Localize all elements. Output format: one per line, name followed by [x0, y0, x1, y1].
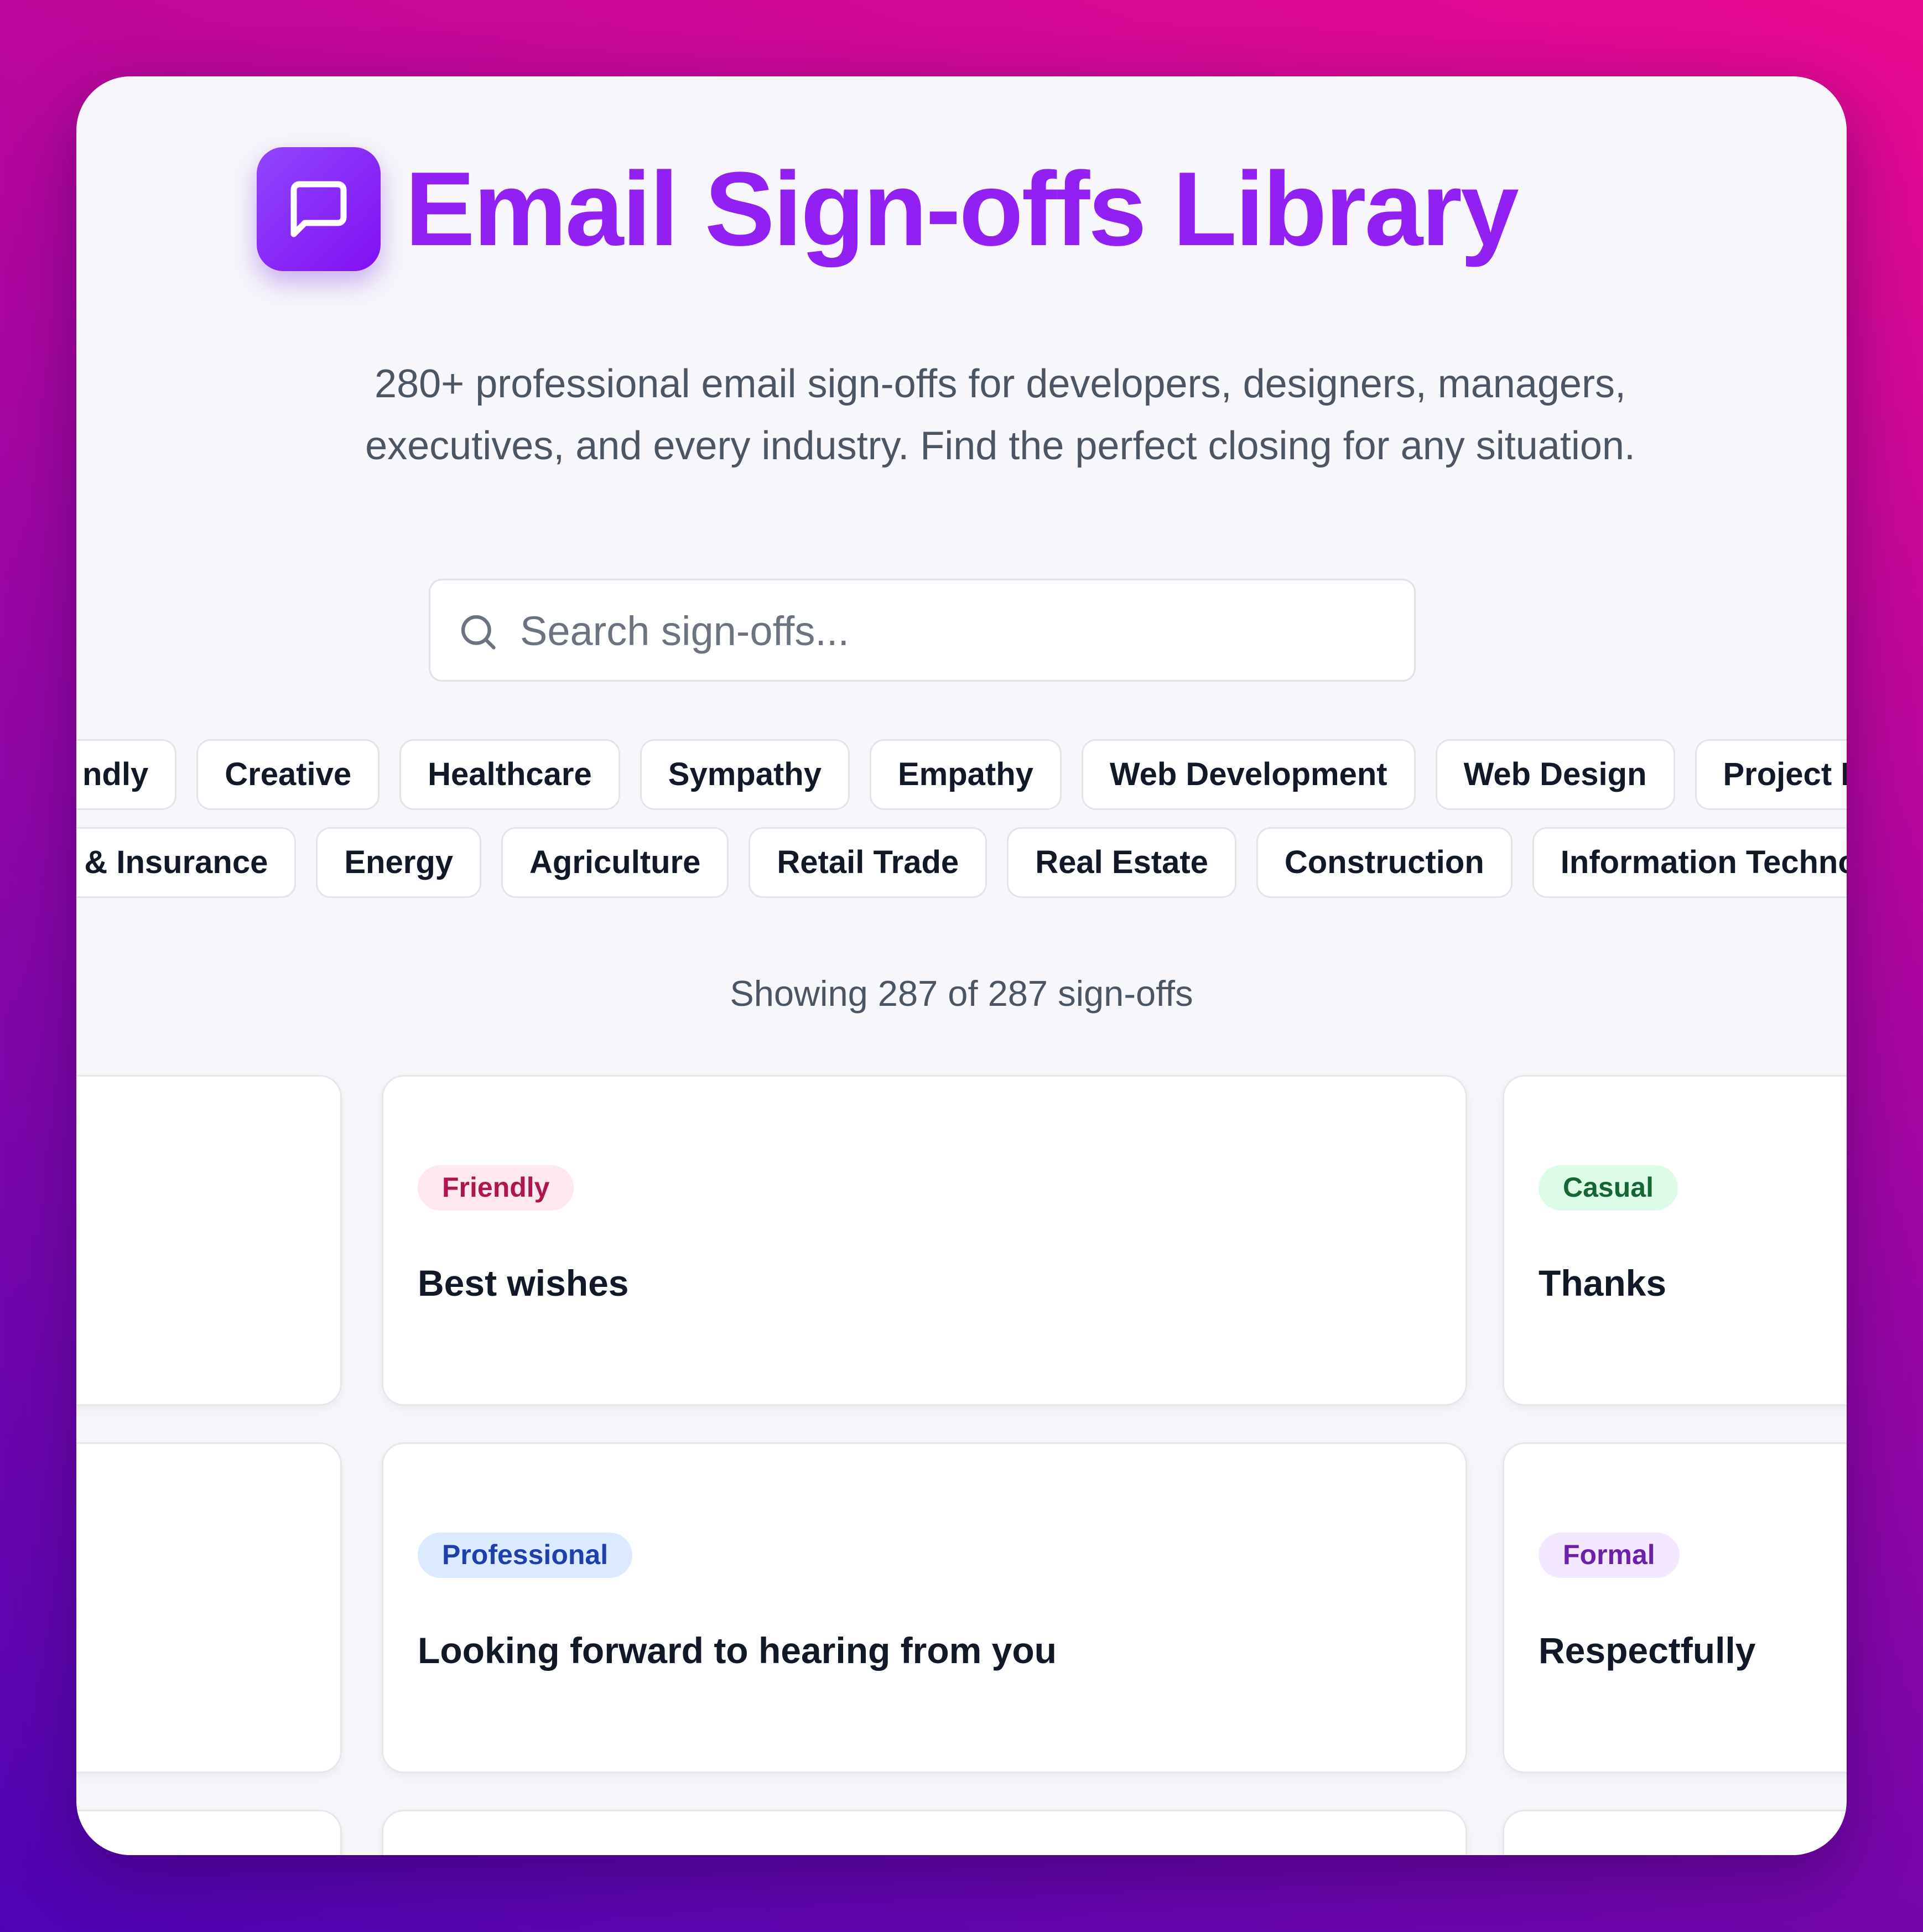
- filter-chip-project-management[interactable]: Project Man: [1695, 739, 1847, 810]
- signoff-card[interactable]: [1503, 1810, 1847, 1855]
- signoff-text: Thanks: [1539, 1263, 1667, 1303]
- subtitle-line-2: executives, and every industry. Find the…: [365, 424, 1635, 468]
- filter-chip-web-development[interactable]: Web Development: [1081, 739, 1416, 810]
- signoff-text: Looking forward to hearing from you: [418, 1630, 1057, 1671]
- filter-chip-information-technology[interactable]: Information Technolog: [1532, 827, 1847, 898]
- search-input[interactable]: [519, 580, 1395, 681]
- signoff-text: Respectfully: [1539, 1630, 1756, 1671]
- tone-badge: Formal: [1539, 1533, 1680, 1578]
- page-subtitle: 280+ professional email sign-offs for de…: [187, 353, 1813, 477]
- signoff-card[interactable]: [76, 1442, 342, 1773]
- signoff-card[interactable]: [382, 1810, 1467, 1855]
- filter-chip-retail-trade[interactable]: Retail Trade: [749, 827, 988, 898]
- filter-chip-empathy[interactable]: Empathy: [869, 739, 1062, 810]
- tone-badge: Professional: [418, 1533, 633, 1578]
- page-title: Email Sign-offs Library: [405, 150, 1519, 268]
- filter-chip-friendly[interactable]: ndly: [76, 739, 177, 810]
- filter-row-2: e & Insurance Energy Agriculture Retail Tra…: [76, 827, 1847, 898]
- signoff-card[interactable]: Formal Respectfully: [1503, 1442, 1847, 1773]
- signoff-card[interactable]: [76, 1075, 342, 1406]
- filter-row-1: ndly Creative Healthcare Sympathy Empathy Web…: [76, 739, 1847, 810]
- signoff-card[interactable]: Casual Thanks: [1503, 1075, 1847, 1406]
- filter-chip-creative[interactable]: Creative: [196, 739, 380, 810]
- filter-chip-energy[interactable]: Energy: [316, 827, 482, 898]
- filter-chip-construction[interactable]: Construction: [1256, 827, 1513, 898]
- signoff-text: Best wishes: [418, 1263, 629, 1303]
- search-box[interactable]: [429, 579, 1416, 682]
- signoff-card[interactable]: Professional Looking forward to hearing …: [382, 1442, 1467, 1773]
- filter-chip-web-design[interactable]: Web Design: [1435, 739, 1675, 810]
- signoff-card[interactable]: Friendly Best wishes: [382, 1075, 1467, 1406]
- filter-chip-agriculture[interactable]: Agriculture: [501, 827, 729, 898]
- results-count: Showing 287 of 287 sign-offs: [730, 973, 1193, 1014]
- search-icon: [457, 611, 499, 656]
- filter-chip-real-estate[interactable]: Real Estate: [1007, 827, 1236, 898]
- tone-badge: Friendly: [418, 1165, 574, 1211]
- filter-chip-finance-insurance[interactable]: e & Insurance: [76, 827, 297, 898]
- message-square-icon: [257, 147, 381, 271]
- filter-chip-healthcare[interactable]: Healthcare: [399, 739, 620, 810]
- subtitle-line-1: 280+ professional email sign-offs for de…: [375, 362, 1626, 406]
- signoff-card[interactable]: [76, 1810, 342, 1855]
- app-window: Email Sign-offs Library 280+ professiona…: [76, 76, 1847, 1855]
- filter-chip-sympathy[interactable]: Sympathy: [640, 739, 850, 810]
- tone-badge: Casual: [1539, 1165, 1678, 1211]
